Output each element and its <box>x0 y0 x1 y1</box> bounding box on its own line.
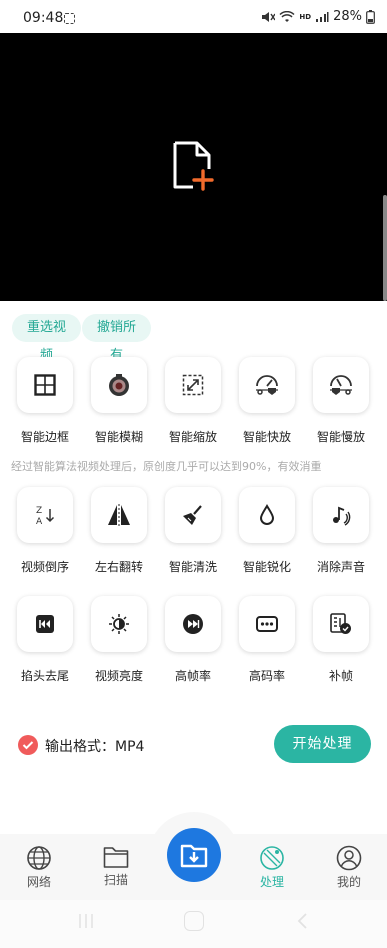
recent-apps-icon[interactable] <box>78 912 94 930</box>
skip-back-icon <box>36 615 54 633</box>
tool-label: 智能边框 <box>20 430 69 444</box>
nav-label: 扫描 <box>103 873 128 887</box>
slow-speed-icon <box>330 375 352 395</box>
nav-label: 我的 <box>336 875 361 889</box>
tool-tile[interactable] <box>91 596 147 652</box>
brightness-icon <box>109 614 129 634</box>
broom-icon <box>183 505 202 525</box>
reverse-sort-icon: Z A <box>36 506 55 527</box>
tool-mute[interactable]: 消除声音 <box>311 487 371 575</box>
bitrate-dots-icon <box>256 616 278 632</box>
tool-tile[interactable] <box>239 487 295 543</box>
folder-icon <box>103 847 129 868</box>
status-bar: 09:48 HD 28% <box>0 0 387 36</box>
status-time: 09:48 <box>23 10 64 26</box>
user-icon <box>336 845 362 871</box>
mute-icon <box>262 11 276 22</box>
tool-tile[interactable] <box>239 357 295 413</box>
undo-all-button[interactable]: 撤销所有 <box>82 314 151 363</box>
tool-label: 智能锐化 <box>242 560 291 574</box>
output-format-label: 输出格式：MP4 <box>45 739 145 755</box>
tool-frame-fill[interactable]: 补帧 <box>311 596 371 684</box>
fast-speed-icon <box>256 375 278 395</box>
tool-label: 高码率 <box>248 669 285 683</box>
add-file-icon[interactable] <box>172 140 220 194</box>
start-process-button[interactable]: 开始处理 <box>274 725 371 763</box>
nav-label: 处理 <box>259 875 284 889</box>
tool-tile[interactable] <box>313 357 369 413</box>
hint-text: 经过智能算法视频处理后，原创度几乎可以达到90%，有效消重 <box>11 460 322 473</box>
battery-percent: 28% <box>333 9 362 24</box>
wifi-icon <box>279 10 295 22</box>
fast-forward-icon <box>183 614 203 634</box>
signal-icon <box>316 11 329 22</box>
tool-label: 智能缩放 <box>168 430 217 444</box>
nav-item-mine[interactable]: 我的 <box>322 845 376 890</box>
tool-tile[interactable] <box>91 357 147 413</box>
scrollbar[interactable] <box>383 195 387 301</box>
tool-brightness[interactable]: 视频亮度 <box>89 596 149 684</box>
scale-arrows-icon <box>182 374 204 396</box>
tool-high-framerate[interactable]: 高帧率 <box>163 596 223 684</box>
tool-label: 消除声音 <box>316 560 365 574</box>
check-icon[interactable] <box>18 735 38 755</box>
tool-smart-scale[interactable]: 智能缩放 <box>163 357 223 445</box>
reselect-video-button[interactable]: 重选视频 <box>12 314 81 363</box>
status-indicators: HD 28% <box>261 9 375 24</box>
tool-smart-border[interactable]: 智能边框 <box>15 357 75 445</box>
tool-smart-blur[interactable]: 智能模糊 <box>89 357 149 445</box>
download-folder-icon <box>180 844 208 868</box>
flip-horizontal-icon <box>108 504 130 526</box>
tool-label: 智能快放 <box>242 430 291 444</box>
border-grid-icon <box>34 374 56 396</box>
nav-label: 网络 <box>26 875 51 889</box>
tool-label: 左右翻转 <box>94 560 143 574</box>
tool-tile[interactable] <box>91 487 147 543</box>
tool-smart-fast[interactable]: 智能快放 <box>237 357 297 445</box>
back-icon[interactable] <box>295 912 309 930</box>
tool-smart-slow[interactable]: 智能慢放 <box>311 357 371 445</box>
nav-item-scan[interactable]: 扫描 <box>89 845 143 888</box>
tool-label: 智能清洗 <box>168 560 217 574</box>
process-satellite-icon <box>260 846 284 870</box>
tool-tile[interactable] <box>313 487 369 543</box>
tool-tile[interactable] <box>239 596 295 652</box>
blur-lens-icon <box>109 374 129 396</box>
tool-label: 补帧 <box>328 669 353 683</box>
sharpen-drop-icon <box>259 504 275 525</box>
tool-label: 掐头去尾 <box>20 669 69 683</box>
tool-tile[interactable] <box>17 596 73 652</box>
tool-label: 视频倒序 <box>20 560 69 574</box>
svg-text:Z: Z <box>36 506 42 516</box>
tool-tile[interactable] <box>165 487 221 543</box>
tool-clean[interactable]: 智能清洗 <box>163 487 223 575</box>
frame-fill-icon <box>330 613 351 634</box>
tool-tile[interactable]: Z A <box>17 487 73 543</box>
tool-flip[interactable]: 左右翻转 <box>89 487 149 575</box>
video-preview[interactable] <box>0 33 387 301</box>
globe-icon <box>27 846 51 870</box>
tool-high-bitrate[interactable]: 高码率 <box>237 596 297 684</box>
tool-label: 智能慢放 <box>316 430 365 444</box>
tool-label: 视频亮度 <box>94 669 143 683</box>
screenshot-icon <box>64 13 75 24</box>
tool-tile[interactable] <box>165 596 221 652</box>
network-type: HD <box>299 12 312 21</box>
tool-reverse[interactable]: Z A 视频倒序 <box>15 487 75 575</box>
tool-tile[interactable] <box>313 596 369 652</box>
battery-icon <box>366 9 375 24</box>
tool-trim[interactable]: 掐头去尾 <box>15 596 75 684</box>
nav-item-process[interactable]: 处理 <box>245 845 299 890</box>
tool-tile[interactable] <box>165 357 221 413</box>
home-icon[interactable] <box>184 911 204 931</box>
mute-note-icon <box>333 506 351 526</box>
tool-sharpen[interactable]: 智能锐化 <box>237 487 297 575</box>
tool-label: 高帧率 <box>174 669 211 683</box>
download-folder-button[interactable] <box>167 828 221 882</box>
tool-label: 智能模糊 <box>94 430 143 444</box>
tool-tile[interactable] <box>17 357 73 413</box>
nav-item-network[interactable]: 网络 <box>12 845 66 890</box>
svg-text:A: A <box>36 517 43 527</box>
